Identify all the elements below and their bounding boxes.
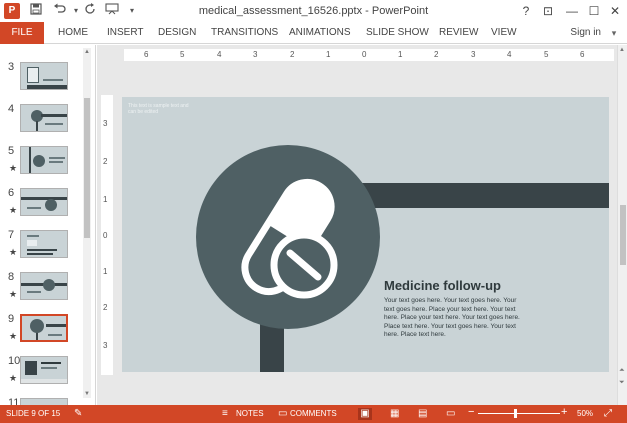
scrollbar-thumb[interactable] [620, 205, 626, 265]
slide-vertical-scrollbar[interactable]: ▲ ⏶ ⏷ [617, 45, 627, 405]
slide-canvas[interactable]: This text is sample text and can be edit… [122, 97, 609, 372]
thumbnail-number: 5 [8, 145, 15, 157]
comments-button[interactable]: COMMENTS [290, 409, 337, 419]
thumbnail-number: 7 [8, 229, 15, 241]
thumbnail-preview [20, 230, 68, 258]
thumbnail-preview [20, 104, 68, 132]
slide-sorter-icon[interactable]: ▦ [390, 408, 399, 420]
slide-placeholder-text[interactable]: This text is sample text and can be edit… [128, 103, 190, 115]
tab-transitions[interactable]: TRANSITIONS [211, 22, 278, 44]
title-bar: P ▾ ▾ medical_assessment_16526.pptx - Po… [0, 0, 627, 22]
thumbnail-slide-8[interactable]: 8 ★ [0, 271, 84, 313]
notes-button[interactable]: NOTES [236, 409, 264, 419]
tab-file[interactable]: FILE [0, 22, 44, 44]
reading-view-icon[interactable]: ▤ [418, 408, 427, 420]
tab-design[interactable]: DESIGN [158, 22, 196, 44]
thumbnail-slide-7[interactable]: 7 ★ [0, 229, 84, 271]
thumbnail-number: 8 [8, 271, 15, 283]
maximize-icon[interactable]: ☐ [584, 2, 604, 20]
tab-review[interactable]: REVIEW [439, 22, 478, 44]
thumbnail-slide-4[interactable]: 4 [0, 103, 84, 145]
tab-insert[interactable]: INSERT [107, 22, 144, 44]
scroll-down-icon[interactable]: ▼ [83, 390, 91, 398]
thumbnail-preview [20, 356, 68, 384]
thumbnail-slide-9[interactable]: 9 ★ [0, 313, 84, 355]
close-icon[interactable]: ✕ [605, 2, 625, 20]
animation-star-icon: ★ [9, 331, 18, 341]
thumbnail-number: 6 [8, 187, 15, 199]
thumbnail-number: 11 [8, 397, 20, 405]
thumbnail-preview [20, 62, 68, 90]
pill-capsule-icon[interactable] [196, 145, 380, 329]
zoom-in-button[interactable]: + [561, 407, 567, 418]
animation-star-icon: ★ [9, 373, 18, 383]
thumbnail-preview-selected [20, 314, 68, 342]
thumbnail-slide-11[interactable]: 11 [0, 397, 84, 405]
notes-icon[interactable]: ≡ [222, 408, 228, 420]
thumbnail-preview [20, 146, 68, 174]
thumbnail-scrollbar[interactable]: ▲ ▼ [83, 48, 91, 398]
horizontal-ruler: 6 5 4 3 2 1 0 1 2 3 4 5 6 [124, 49, 614, 61]
vertical-ruler: 3 2 1 0 1 2 3 [101, 95, 113, 375]
slide-body-text[interactable]: Your text goes here. Your text goes here… [384, 297, 524, 340]
comments-icon[interactable]: ▭ [278, 408, 287, 420]
animation-star-icon: ★ [9, 163, 18, 173]
thumbnail-number: 4 [8, 103, 15, 115]
tab-animations[interactable]: ANIMATIONS [289, 22, 350, 44]
slide-editing-area: 6 5 4 3 2 1 0 1 2 3 4 5 6 3 2 1 0 1 2 3 … [97, 45, 627, 405]
thumbnail-number: 10 [8, 355, 21, 367]
help-icon[interactable]: ? [516, 2, 536, 20]
thumbnail-preview [20, 398, 68, 405]
scroll-up-icon[interactable]: ▲ [619, 47, 625, 53]
thumbnail-number: 9 [8, 313, 15, 325]
thumbnail-slide-3[interactable]: 3 [0, 61, 84, 103]
thumbnail-preview [20, 272, 68, 300]
zoom-out-button[interactable]: − [468, 407, 474, 418]
ribbon-expand-icon[interactable]: ▾ [607, 27, 621, 39]
minimize-icon[interactable]: — [562, 2, 582, 20]
status-bar: SLIDE 9 OF 15 ✎ ≡ NOTES ▭ COMMENTS ▣ ▦ ▤… [0, 405, 627, 423]
slide-thumbnail-pane: 3 4 5 ★ 6 ★ 7 ★ 8 ★ 9 ★ 10 ★ 11 ▲ ▼ [0, 45, 96, 405]
thumbnail-slide-6[interactable]: 6 ★ [0, 187, 84, 229]
slide-heading[interactable]: Medicine follow-up [384, 278, 501, 293]
ribbon-display-options-icon[interactable]: ⊡ [538, 2, 558, 20]
animation-star-icon: ★ [9, 205, 18, 215]
sign-in-link[interactable]: Sign in [570, 22, 601, 44]
thumbnail-number: 3 [8, 61, 15, 73]
zoom-slider-handle[interactable] [514, 409, 517, 418]
thumbnail-slide-5[interactable]: 5 ★ [0, 145, 84, 187]
scrollbar-thumb[interactable] [84, 98, 90, 238]
ribbon-tabs: FILE HOME INSERT DESIGN TRANSITIONS ANIM… [0, 22, 627, 44]
tab-slide-show[interactable]: SLIDE SHOW [366, 22, 429, 44]
normal-view-icon[interactable]: ▣ [358, 408, 372, 420]
tab-view[interactable]: VIEW [491, 22, 517, 44]
thumbnail-preview [20, 188, 68, 216]
thumbnail-slide-10[interactable]: 10 ★ [0, 355, 84, 397]
previous-slide-icon[interactable]: ⏶ [619, 367, 625, 375]
horizontal-bar-shape[interactable] [362, 183, 609, 208]
next-slide-icon[interactable]: ⏷ [619, 379, 625, 387]
slide-show-icon[interactable]: ▭ [446, 408, 455, 420]
scroll-up-icon[interactable]: ▲ [83, 48, 91, 56]
zoom-slider[interactable] [478, 413, 560, 414]
zoom-level[interactable]: 50% [577, 409, 593, 419]
tab-home[interactable]: HOME [58, 22, 88, 44]
spell-check-icon[interactable]: ✎ [74, 408, 82, 420]
fit-slide-to-window-icon[interactable]: ⤢ [604, 408, 612, 420]
animation-star-icon: ★ [9, 247, 18, 257]
animation-star-icon: ★ [9, 289, 18, 299]
slide-counter: SLIDE 9 OF 15 [6, 409, 61, 418]
